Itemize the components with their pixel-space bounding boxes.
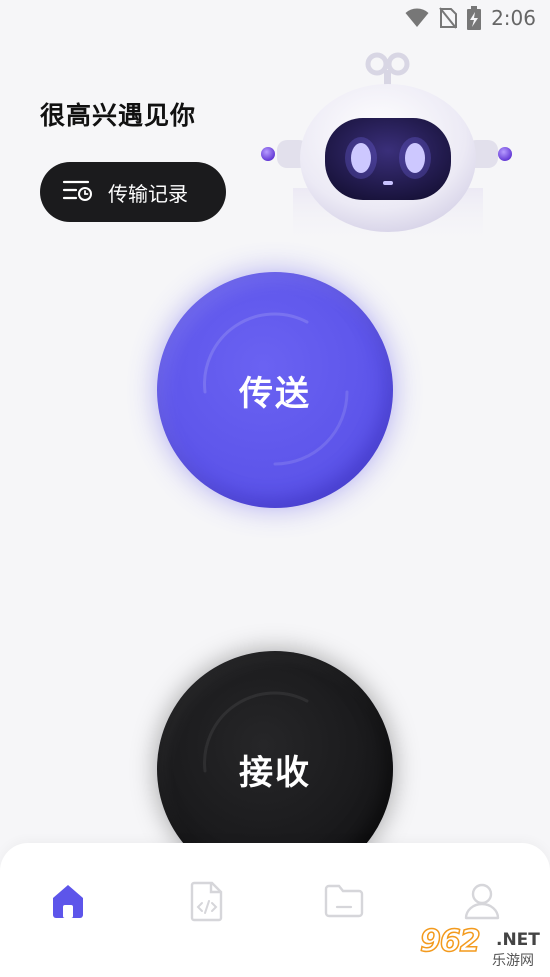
home-icon (48, 881, 88, 925)
history-list-icon (62, 178, 94, 207)
watermark-subtitle: 乐游网 (492, 953, 534, 969)
nav-home[interactable] (46, 881, 90, 925)
receive-button-label: 接收 (239, 752, 311, 793)
status-bar: 2:06 (0, 0, 550, 36)
send-button-label: 传送 (239, 373, 311, 414)
code-file-icon (187, 880, 227, 926)
user-icon (463, 881, 501, 925)
status-time: 2:06 (491, 6, 536, 30)
folder-icon (323, 883, 365, 923)
robot-mascot-image (255, 48, 520, 253)
nav-code-file[interactable] (185, 881, 229, 925)
nav-folder[interactable] (322, 881, 366, 925)
greeting-title: 很高兴遇见你 (40, 101, 197, 130)
site-watermark: 962 .NET 乐游网 (418, 923, 544, 972)
no-sim-icon (439, 7, 458, 29)
send-button[interactable]: 传送 (157, 272, 393, 508)
battery-charging-icon (467, 6, 482, 30)
transfer-history-button[interactable]: 传输记录 (40, 162, 226, 222)
watermark-logo: 962 (419, 923, 481, 960)
transfer-history-label: 传输记录 (108, 181, 188, 206)
wifi-icon (405, 8, 429, 28)
nav-profile[interactable] (460, 881, 504, 925)
watermark-domain: .NET (496, 930, 540, 950)
